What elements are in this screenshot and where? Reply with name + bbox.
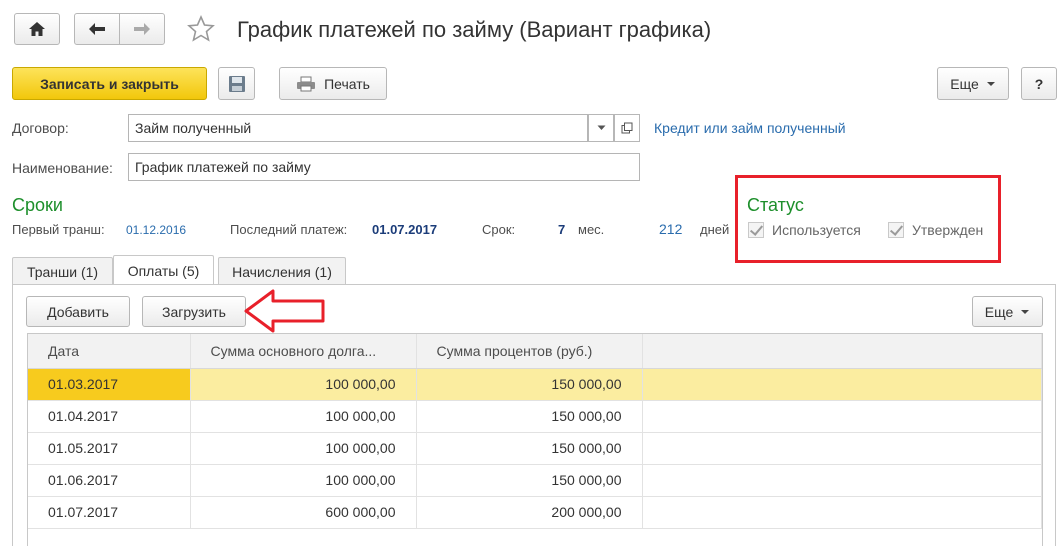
cell-date[interactable]: 01.03.2017 xyxy=(28,368,191,401)
home-button[interactable] xyxy=(14,13,60,45)
cell-date[interactable]: 01.04.2017 xyxy=(28,400,191,433)
tab-payments[interactable]: Оплаты (5) xyxy=(113,255,214,285)
home-icon xyxy=(29,22,45,36)
term-label: Срок: xyxy=(482,222,516,237)
arrow-left-icon xyxy=(89,23,105,35)
cell-empty xyxy=(642,432,1042,465)
cell-empty xyxy=(642,368,1042,401)
chevron-down-icon xyxy=(1021,309,1030,314)
column-header-interest[interactable]: Сумма процентов (руб.) xyxy=(416,334,643,369)
cell-principal[interactable]: 100 000,00 xyxy=(190,432,417,465)
terms-heading: Сроки xyxy=(12,195,63,215)
cell-empty xyxy=(642,464,1042,497)
cell-interest[interactable]: 200 000,00 xyxy=(416,496,643,529)
cell-principal[interactable]: 100 000,00 xyxy=(190,400,417,433)
contract-open-button[interactable] xyxy=(614,114,640,142)
tab-tranches[interactable]: Транши (1) xyxy=(12,257,113,285)
chevron-down-icon xyxy=(986,81,995,86)
printer-icon xyxy=(297,76,316,91)
save-and-close-button[interactable]: Записать и закрыть xyxy=(12,67,207,100)
page-title: График платежей по займу (Вариант график… xyxy=(237,17,712,42)
open-form-icon xyxy=(621,122,633,134)
help-button[interactable]: ? xyxy=(1021,67,1057,100)
name-value: График платежей по займу xyxy=(135,159,311,175)
cell-date[interactable]: 01.06.2017 xyxy=(28,464,191,497)
contract-field[interactable]: Займ полученный xyxy=(128,114,588,142)
more-actions-button[interactable]: Еще xyxy=(937,67,1009,100)
column-header-date[interactable]: Дата xyxy=(28,334,191,369)
forward-button[interactable] xyxy=(119,13,165,45)
add-button[interactable]: Добавить xyxy=(26,296,130,327)
first-tranche-label: Первый транш: xyxy=(12,222,105,237)
save-button[interactable] xyxy=(218,67,255,100)
favorite-star-button[interactable] xyxy=(186,14,216,44)
cell-date[interactable]: 01.05.2017 xyxy=(28,432,191,465)
last-payment-value: 01.07.2017 xyxy=(372,222,438,237)
table-row[interactable]: 01.06.2017 100 000,00 150 000,00 xyxy=(28,464,1042,497)
cell-principal[interactable]: 600 000,00 xyxy=(190,496,417,529)
contract-dropdown-button[interactable] xyxy=(588,114,614,142)
cell-date[interactable]: 01.07.2017 xyxy=(28,496,191,529)
print-label: Печать xyxy=(324,75,370,92)
table-more-label: Еще xyxy=(984,303,1014,320)
floppy-disk-icon xyxy=(228,75,245,92)
name-field[interactable]: График платежей по займу xyxy=(128,153,640,181)
table-row[interactable]: 01.05.2017 100 000,00 150 000,00 xyxy=(28,432,1042,465)
chevron-down-icon xyxy=(597,125,605,130)
cell-principal[interactable]: 100 000,00 xyxy=(190,368,417,401)
status-highlight-box xyxy=(735,175,1001,263)
table-row[interactable]: 01.07.2017 600 000,00 200 000,00 xyxy=(28,496,1042,529)
arrow-right-icon xyxy=(134,23,150,35)
cell-principal[interactable]: 100 000,00 xyxy=(190,464,417,497)
payments-table-frame: Дата Сумма основного долга... Сумма проц… xyxy=(27,333,1043,546)
print-button[interactable]: Печать xyxy=(279,67,387,100)
months-unit: мес. xyxy=(578,222,605,237)
cell-interest[interactable]: 150 000,00 xyxy=(416,368,643,401)
cell-interest[interactable]: 150 000,00 xyxy=(416,400,643,433)
term-months-value: 7 xyxy=(558,222,566,237)
contract-value: Займ полученный xyxy=(135,120,252,136)
name-label: Наименование: xyxy=(12,160,113,176)
contract-type-link[interactable]: Кредит или займ полученный xyxy=(654,120,846,136)
column-header-empty xyxy=(642,334,1042,369)
load-button[interactable]: Загрузить xyxy=(142,296,246,327)
table-row[interactable]: 01.03.2017 100 000,00 150 000,00 xyxy=(28,368,1042,401)
star-icon xyxy=(187,15,215,42)
contract-label: Договор: xyxy=(12,120,69,136)
table-row[interactable]: 01.04.2017 100 000,00 150 000,00 xyxy=(28,400,1042,433)
table-header-row: Дата Сумма основного долга... Сумма проц… xyxy=(28,334,1042,369)
column-header-principal[interactable]: Сумма основного долга... xyxy=(190,334,417,369)
cell-interest[interactable]: 150 000,00 xyxy=(416,464,643,497)
term-days-value: 212 xyxy=(659,221,683,237)
payments-table: Дата Сумма основного долга... Сумма проц… xyxy=(28,334,1042,529)
red-arrow-icon xyxy=(244,289,325,333)
cell-empty xyxy=(642,496,1042,529)
back-button[interactable] xyxy=(74,13,120,45)
days-unit: дней xyxy=(700,222,730,237)
first-tranche-value: 01.12.2016 xyxy=(126,223,187,237)
cell-interest[interactable]: 150 000,00 xyxy=(416,432,643,465)
table-more-button[interactable]: Еще xyxy=(972,296,1043,327)
last-payment-label: Последний платеж: xyxy=(230,222,348,237)
more-label: Еще xyxy=(950,75,979,92)
cell-empty xyxy=(642,400,1042,433)
tab-accruals[interactable]: Начисления (1) xyxy=(218,257,346,285)
